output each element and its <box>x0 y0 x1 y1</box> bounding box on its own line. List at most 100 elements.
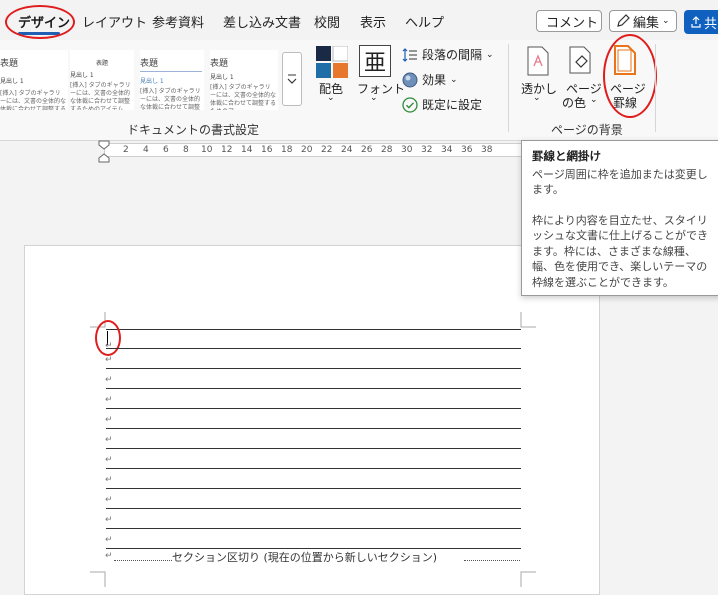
edit-button[interactable]: 編集 ⌄ <box>609 10 677 32</box>
paragraph-border-line <box>106 468 521 469</box>
page-color-label-2: の色 <box>562 96 587 110</box>
group-separator <box>655 44 656 132</box>
ruler-tick: 22 <box>321 145 333 155</box>
paragraph-border-line <box>106 348 521 349</box>
style-title: 表題 <box>96 60 109 67</box>
chevron-down-icon: ⌄ <box>450 74 458 85</box>
ruler-tick: 20 <box>301 145 313 155</box>
fonts-button[interactable]: 亜 <box>359 45 391 77</box>
paragraph-border-line <box>106 508 521 509</box>
page-borders-tooltip: 罫線と網掛け ページ周囲に枠を追加または変更します。 枠により内容を目立たせ、ス… <box>521 140 718 296</box>
paragraph-mark: ↵ <box>105 355 113 365</box>
paint-bucket-icon <box>569 46 591 74</box>
paragraph-mark: ↵ <box>105 535 113 545</box>
tab-view[interactable]: 表示 <box>360 12 386 31</box>
style-gallery-item-2[interactable]: 表題 見出し 1 [挿入] タブのギャラリーには、文書の全体的な体裁に合わせて調… <box>70 50 134 110</box>
chevron-down-icon: ⌄ <box>590 95 598 105</box>
paragraph-mark: ↵ <box>105 415 113 425</box>
chevron-down-icon: ⌄ <box>486 49 494 60</box>
section-break-dots <box>114 560 172 561</box>
tooltip-title: 罫線と網掛け <box>532 149 601 163</box>
chevron-down-icon: ⌄ <box>533 93 541 103</box>
tab-mailings[interactable]: 差し込み文書 <box>223 12 301 31</box>
share-icon <box>691 16 701 28</box>
paragraph-mark: ↵ <box>105 515 113 525</box>
paragraph-border-line <box>106 528 521 529</box>
ruler-tick: 26 <box>361 145 373 155</box>
tab-review[interactable]: 校閲 <box>314 12 340 31</box>
style-body: [挿入] タブのギャラリーには、文書の全体的な体裁に合わせて調整するためのアイテ… <box>70 82 131 110</box>
gallery-expand-icon <box>287 74 297 84</box>
style-gallery-item-3[interactable]: 表題 見出し 1 [挿入] タブのギャラリーには、文書の全体的な体裁に合わせて調… <box>140 50 204 110</box>
ruler-tick: 30 <box>401 145 413 155</box>
effects-label: 効果 <box>422 73 447 87</box>
watermark-button[interactable] <box>526 46 550 76</box>
ruler-tick: 32 <box>421 145 433 155</box>
ruler-tick: 12 <box>221 145 233 155</box>
tab-references[interactable]: 参考資料 <box>152 12 204 31</box>
indent-marker-icon[interactable] <box>97 140 111 164</box>
color-palette-icon <box>316 45 349 78</box>
ruler-tick: 34 <box>441 145 453 155</box>
margin-corner-marker <box>520 571 536 587</box>
paragraph-border-line <box>106 329 521 330</box>
share-button[interactable]: 共 <box>684 10 718 34</box>
style-body: [挿入] タブのギャラリーには、文書の全体的な体裁に合わせて調整するためのアイ <box>140 88 201 110</box>
paragraph-mark: ↵ <box>105 395 113 405</box>
ruler-tick: 38 <box>481 145 493 155</box>
comment-label: コメント <box>546 15 599 31</box>
chevron-down-icon: ⌄ <box>370 93 378 103</box>
tab-help[interactable]: ヘルプ <box>405 12 444 31</box>
paragraph-border-line <box>106 448 521 449</box>
group-separator <box>508 44 509 132</box>
ruler-tick: 18 <box>281 145 293 155</box>
ruler-tick: 14 <box>241 145 253 155</box>
highlight-circle-cursor <box>95 320 121 356</box>
paragraph-border-line <box>106 368 521 369</box>
ruler-tick: 24 <box>341 145 353 155</box>
tab-layout[interactable]: レイアウト <box>82 12 147 31</box>
effects-button[interactable]: 効果 ⌄ <box>402 71 458 88</box>
tooltip-line-1: ページ周囲に枠を追加または変更します。 <box>532 167 708 197</box>
watermark-icon <box>527 46 549 76</box>
ruler-tick: 10 <box>201 145 213 155</box>
ruler-tick: 36 <box>461 145 473 155</box>
style-gallery-item-1[interactable]: 表題 見出し 1 [挿入] タブのギャラリーには、文書の全体的な体裁に合わせて調… <box>0 50 68 110</box>
colors-button[interactable] <box>316 45 349 78</box>
paragraph-mark: ↵ <box>105 455 113 465</box>
paragraph-spacing-button[interactable]: 段落の間隔 ⌄ <box>402 46 494 63</box>
fonts-label: フォント <box>357 82 406 96</box>
ruler-tick: 8 <box>183 145 189 155</box>
paragraph-mark: ↵ <box>105 495 113 505</box>
page-color-button[interactable] <box>568 44 594 76</box>
horizontal-ruler[interactable]: 2 4 6 8 10 12 14 16 18 20 22 24 26 28 30… <box>104 143 524 157</box>
pencil-icon <box>617 14 630 27</box>
comment-button[interactable]: コメント <box>536 10 602 32</box>
ruler-tick: 2 <box>123 145 129 155</box>
paragraph-mark: ↵ <box>105 375 113 385</box>
style-heading: 見出し 1 <box>0 78 24 85</box>
style-title: 表題 <box>210 59 229 69</box>
style-gallery-item-4[interactable]: 表題 見出し 1 [挿入] タブのギャラリーには、文書の全体的な体裁に合わせて調… <box>210 50 278 110</box>
paragraph-border-line <box>106 388 521 389</box>
highlight-circle-design-tab <box>5 5 75 39</box>
chevron-down-icon: ⌄ <box>327 93 335 103</box>
ruler-tick: 16 <box>261 145 273 155</box>
highlight-circle-page-borders <box>603 34 657 118</box>
effects-icon <box>402 72 418 87</box>
set-default-button[interactable]: 既定に設定 <box>402 96 482 113</box>
margin-corner-marker <box>90 571 106 587</box>
paragraph-border-line <box>106 428 521 429</box>
gallery-more-button[interactable] <box>282 52 302 106</box>
paragraph-mark: ↵ <box>105 551 113 561</box>
section-break-label: セクション区切り (現在の位置から新しいセクション) <box>172 551 438 564</box>
style-body: [挿入] タブのギャラリーには、文書の全体的な体裁に合わせて調整するためのアイテ… <box>0 90 67 110</box>
paragraph-mark: ↵ <box>105 475 113 485</box>
tooltip-line-2: 枠により内容を目立たせ、スタイリッシュな文書に仕上げることができます。枠には、さ… <box>532 213 708 289</box>
paragraph-mark: ↵ <box>105 435 113 445</box>
margin-corner-marker <box>520 312 536 328</box>
paragraph-spacing-icon <box>402 47 417 62</box>
section-break-dots <box>464 560 520 561</box>
set-default-label: 既定に設定 <box>422 98 483 112</box>
ruler-tick: 4 <box>143 145 149 155</box>
